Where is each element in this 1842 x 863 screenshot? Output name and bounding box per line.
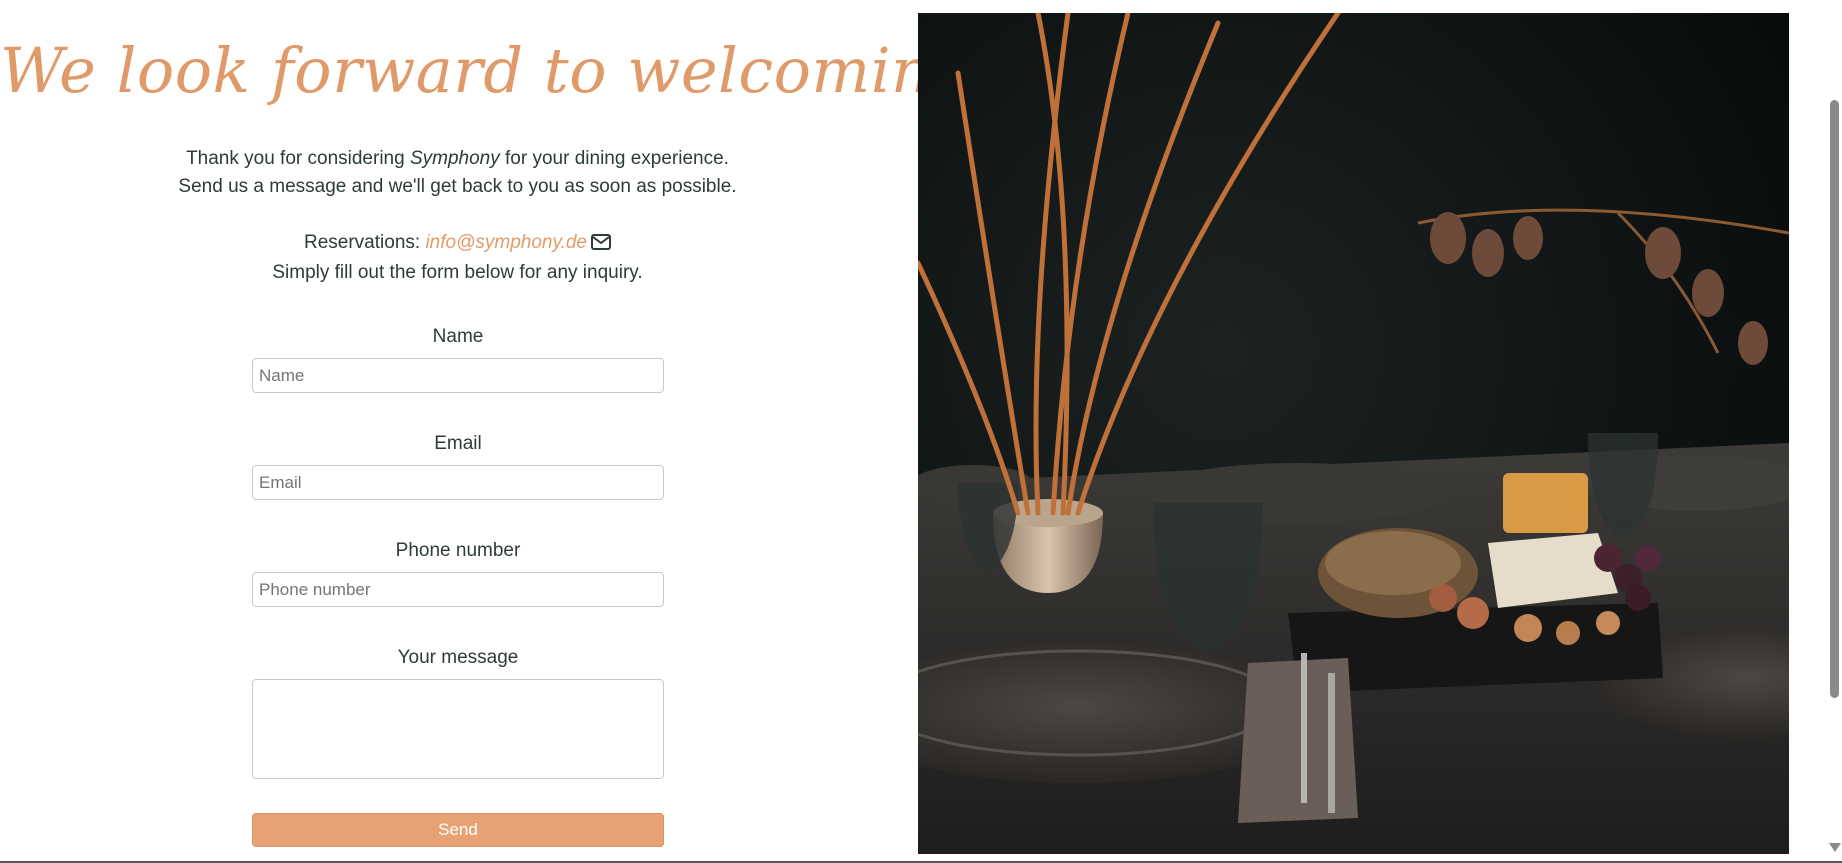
dining-table-illustration — [918, 13, 1789, 854]
envelope-icon — [590, 231, 611, 259]
intro-line-1-after: for your dining experience. — [499, 148, 729, 169]
message-textarea[interactable] — [252, 679, 664, 779]
name-label: Name — [432, 326, 484, 347]
intro-text: Thank you for considering Symphony for y… — [0, 145, 915, 287]
reservations-line: Reservations: info@symphony.de — [0, 229, 915, 259]
contact-section: We look forward to welcoming you... Than… — [0, 0, 1167, 863]
reservations-email-link[interactable]: info@symphony.de — [425, 232, 587, 253]
napkin — [1238, 658, 1358, 823]
intro-line-1-before: Thank you for considering — [186, 148, 410, 169]
fork — [1301, 653, 1307, 803]
email-input[interactable] — [252, 465, 664, 500]
intro-line-4: Simply fill out the form below for any i… — [272, 262, 643, 283]
knife — [1328, 673, 1335, 813]
fig — [1457, 597, 1489, 629]
intro-line-1: Thank you for considering Symphony for y… — [0, 145, 915, 173]
intro-line-2: Send us a message and we'll get back to … — [178, 176, 737, 197]
phone-input[interactable] — [252, 572, 664, 607]
brand-name: Symphony — [409, 148, 500, 169]
dining-table-photo — [918, 13, 1789, 854]
contact-page: We look forward to welcoming you... Than… — [0, 0, 1842, 863]
contact-form: Name Email Phone number Your message Sen… — [252, 324, 664, 847]
message-label: Your message — [397, 647, 519, 668]
phone-label: Phone number — [395, 540, 521, 561]
email-label: Email — [434, 433, 482, 454]
scroll-down-icon[interactable] — [1829, 843, 1841, 852]
name-input[interactable] — [252, 358, 664, 393]
scrollbar[interactable] — [1826, 0, 1842, 863]
walnut — [1514, 614, 1542, 642]
reservations-label: Reservations: — [304, 232, 426, 253]
scrollbar-thumb[interactable] — [1830, 100, 1839, 698]
grape — [1594, 544, 1622, 572]
send-button[interactable]: Send — [252, 813, 664, 847]
honeycomb — [1503, 473, 1588, 533]
page-title: We look forward to welcoming you... — [0, 34, 1167, 107]
